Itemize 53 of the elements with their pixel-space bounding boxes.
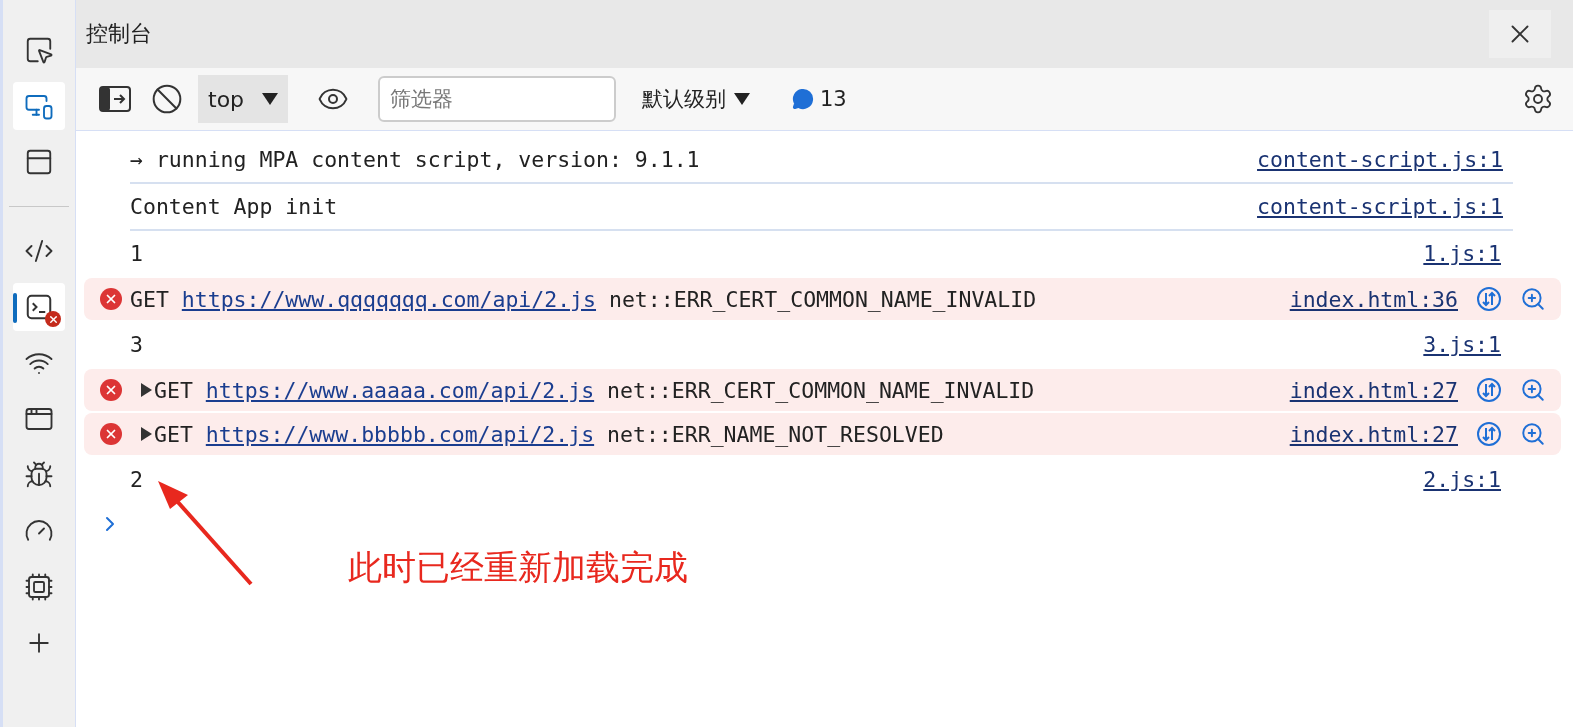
source-link[interactable]: 2.js:1 [1423,467,1501,492]
log-message: → running MPA content script, version: 9.1.1 [130,147,701,172]
expand-triangle-icon[interactable] [138,426,154,442]
console-icon [24,292,54,322]
source-link[interactable]: 1.js:1 [1423,241,1501,266]
error-icon [100,379,122,401]
log-message: 3 [130,332,144,357]
panel-title: 控制台 [86,20,152,48]
message-icon [792,88,814,110]
search-icon[interactable] [1520,377,1546,403]
source-link[interactable]: index.html:27 [1289,377,1458,403]
url-link[interactable]: https://www.qqqqqqq.com/api/2.js [181,286,596,312]
pointer-square-icon [24,35,54,65]
context-dropdown[interactable]: top [198,75,288,123]
level-dropdown[interactable]: 默认级别 [636,84,756,114]
error-icon [100,288,122,310]
source-link[interactable]: index.html:27 [1289,421,1458,447]
search-icon[interactable] [1520,421,1546,447]
device-tool-button[interactable] [13,82,65,130]
log-message: 2 [130,467,144,492]
up-down-arrows-icon[interactable] [1476,377,1502,403]
expand-triangle-icon[interactable] [138,382,154,398]
chip-icon [24,572,54,602]
caret-icon [262,93,278,105]
window-icon [24,147,54,177]
method-text: GET [130,286,169,312]
message-count-button[interactable]: 13 [786,86,853,112]
error-message: net::ERR_NAME_NOT_RESOLVED [607,421,944,447]
search-icon[interactable] [1520,286,1546,312]
source-link[interactable]: 3.js:1 [1423,332,1501,357]
log-message: Content App init [130,194,339,219]
settings-icon [1522,83,1554,115]
up-down-arrows-icon[interactable] [1476,421,1502,447]
source-link[interactable]: content-script.js:1 [1257,147,1503,172]
clear-icon [151,83,183,115]
annotation-text: 此时已经重新加载完成 [348,546,688,589]
error-badge [45,311,61,327]
filter-field[interactable]: 筛选器 [378,76,616,122]
method-text: GET [154,377,193,403]
url-link[interactable]: https://www.bbbbb.com/api/2.js [205,421,595,447]
caret-icon [734,93,750,105]
source-link[interactable]: index.html:36 [1289,286,1458,312]
error-message: net::ERR_CERT_COMMON_NAME_INVALID [608,286,1037,312]
bug-icon [24,460,54,490]
error-message: net::ERR_CERT_COMMON_NAME_INVALID [607,377,1035,403]
console-tool-button[interactable] [13,283,65,331]
up-down-arrows-icon[interactable] [1476,286,1502,312]
method-text: GET [154,421,193,447]
close-button[interactable] [1489,10,1551,58]
log-message: 1 [130,241,144,266]
source-link[interactable]: content-script.js:1 [1257,194,1503,219]
url-link[interactable]: https://www.aaaaa.com/api/2.js [205,377,595,403]
error-icon [100,423,122,445]
